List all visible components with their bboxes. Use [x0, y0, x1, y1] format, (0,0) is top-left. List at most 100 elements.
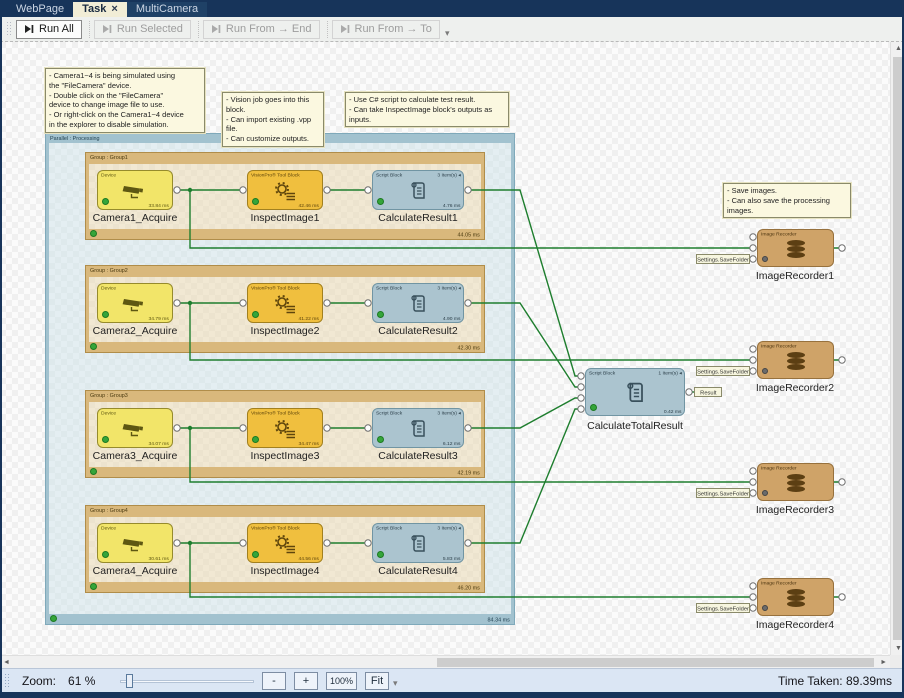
run-icon	[211, 24, 221, 34]
block-header: Device	[101, 410, 116, 416]
vertical-scrollbar-thumb[interactable]	[893, 57, 903, 640]
note-line: - Can customize outputs.	[226, 134, 320, 144]
status-ok-icon	[377, 311, 384, 318]
camera-icon	[121, 420, 149, 438]
recorder-block-3[interactable]: Image Recorder	[757, 463, 834, 501]
settings-savefolder-tag[interactable]: Settings.SaveFolder	[696, 366, 750, 376]
camera-block-4[interactable]: Device 30.61 ms	[97, 523, 173, 563]
run-all-label: Run All	[39, 23, 74, 35]
inspect-block-3[interactable]: VisionPro® Tool Block 34.47 ms	[247, 408, 323, 448]
run-from-to-button[interactable]: Run From → To	[332, 20, 440, 39]
note-script[interactable]: - Use C# script to calculate test result…	[345, 92, 509, 127]
calc-total-block[interactable]: Script Block 1 Item(s) ◂ 0.42 ms	[585, 368, 685, 416]
calc-block-4[interactable]: Script Block 3 Item(s) ◂ 5.83 ms	[372, 523, 464, 563]
scroll-left-icon[interactable]: ◄	[3, 659, 10, 666]
settings-savefolder-label: Settings.SaveFolder	[697, 368, 749, 374]
inspect-block-label: InspectImage3	[210, 450, 360, 462]
tab-webpage-label: WebPage	[16, 3, 64, 15]
status-ok-icon	[252, 311, 259, 318]
close-icon[interactable]: ×	[111, 3, 117, 15]
parallel-container-title: Parallel : Processing	[50, 135, 100, 141]
scroll-right-icon[interactable]: ►	[880, 659, 887, 666]
camera-block-1[interactable]: Device 33.84 ms	[97, 170, 173, 210]
block-header: Device	[101, 172, 116, 178]
flow-canvas[interactable]: Parallel : Processing 84.34 ms Group : G…	[0, 42, 890, 655]
run-icon	[24, 24, 34, 34]
tab-multicamera[interactable]: MultiCamera	[127, 0, 207, 17]
note-line: - Can import existing .vpp file.	[226, 115, 320, 135]
note-save[interactable]: - Save images. - Can also save the proce…	[723, 183, 851, 218]
zoom-label: Zoom:	[22, 674, 56, 688]
toolbar-overflow-icon[interactable]: ▾	[445, 28, 450, 41]
note-visionjob[interactable]: - Vision job goes into this block. - Can…	[222, 92, 324, 147]
block-time: 34.47 ms	[299, 440, 319, 446]
calc-block-2[interactable]: Script Block 3 Item(s) ◂ 4.90 ms	[372, 283, 464, 323]
note-line: - Or right-click on the Camera1~4 device	[49, 110, 201, 120]
recorder-block-label: ImageRecorder3	[720, 504, 870, 516]
block-header: VisionPro® Tool Block	[251, 410, 300, 416]
zoom-slider-handle[interactable]	[126, 674, 133, 688]
run-from-to-label: Run From → To	[355, 23, 432, 35]
recorder-block-2[interactable]: Image Recorder	[757, 341, 834, 379]
inspect-block-label: InspectImage2	[210, 325, 360, 337]
toolbar-separator	[89, 21, 90, 38]
camera-block-label: Camera1_Acquire	[60, 212, 210, 224]
settings-savefolder-tag[interactable]: Settings.SaveFolder	[696, 488, 750, 498]
block-header: VisionPro® Tool Block	[251, 525, 300, 531]
block-time: 5.83 ms	[442, 555, 460, 561]
recorder-block-1[interactable]: Image Recorder	[757, 229, 834, 267]
inspect-block-4[interactable]: VisionPro® Tool Block 44.56 ms	[247, 523, 323, 563]
vertical-scrollbar[interactable]: ▲ ▼	[890, 42, 904, 655]
recorder-block-4[interactable]: Image Recorder	[757, 578, 834, 616]
calc-block-3[interactable]: Script Block 3 Item(s) ◂ 6.12 ms	[372, 408, 464, 448]
recorder-block-label: ImageRecorder1	[720, 270, 870, 282]
zoom-in-button[interactable]: +	[294, 672, 318, 690]
run-selected-button[interactable]: Run Selected	[94, 20, 191, 39]
camera-block-2[interactable]: Device 34.79 ms	[97, 283, 173, 323]
scroll-up-icon[interactable]: ▲	[895, 45, 902, 52]
status-bar: Zoom: 61 % - + 100% Fit ▾ Time Taken: 89…	[0, 668, 904, 692]
block-header: Script Block	[589, 370, 615, 376]
zoom-fit-button[interactable]: Fit	[365, 672, 389, 690]
group-time: 42.30 ms	[458, 345, 480, 351]
statusbar-grip[interactable]	[4, 673, 10, 689]
tab-multicamera-label: MultiCamera	[136, 3, 198, 15]
camera-block-label: Camera4_Acquire	[60, 565, 210, 577]
block-time: 41.22 ms	[299, 315, 319, 321]
note-simulation[interactable]: - Camera1~4 is being simulated using the…	[45, 68, 205, 133]
zoom-out-button[interactable]: -	[262, 672, 286, 690]
run-icon	[102, 24, 112, 34]
toolbar-grip[interactable]	[6, 21, 12, 37]
toolbar-separator	[198, 21, 199, 38]
zoom-slider-track[interactable]	[120, 680, 254, 683]
toolbar-separator	[327, 21, 328, 38]
tab-task[interactable]: Task ×	[73, 0, 127, 17]
inspect-block-2[interactable]: VisionPro® Tool Block 41.22 ms	[247, 283, 323, 323]
note-line: the "FileCamera" device.	[49, 81, 201, 91]
tab-webpage[interactable]: WebPage	[7, 0, 73, 17]
run-from-end-button[interactable]: Run From → End	[203, 20, 320, 39]
statusbar-overflow-icon[interactable]: ▾	[393, 678, 398, 692]
status-idle-icon	[762, 256, 768, 262]
settings-savefolder-tag[interactable]: Settings.SaveFolder	[696, 254, 750, 264]
time-taken: Time Taken: 89.39ms	[778, 674, 892, 688]
run-all-button[interactable]: Run All	[16, 20, 82, 39]
settings-savefolder-tag[interactable]: Settings.SaveFolder	[696, 603, 750, 613]
zoom-slider[interactable]	[120, 674, 254, 688]
block-items: 3 Item(s) ◂	[438, 410, 461, 416]
status-ok-icon	[102, 311, 109, 318]
calc-block-1[interactable]: Script Block 3 Item(s) ◂ 4.76 ms	[372, 170, 464, 210]
note-line: - Save images.	[727, 186, 847, 196]
database-icon	[783, 238, 809, 260]
scrollbar-corner	[890, 655, 904, 668]
scroll-down-icon[interactable]: ▼	[895, 645, 902, 652]
inspect-block-1[interactable]: VisionPro® Tool Block 42.46 ms	[247, 170, 323, 210]
result-tag[interactable]: Result	[694, 387, 722, 397]
zoom-100-button[interactable]: 100%	[326, 672, 357, 690]
horizontal-scrollbar-thumb[interactable]	[437, 658, 874, 667]
block-header: Script Block	[376, 525, 402, 531]
status-ok-icon	[102, 436, 109, 443]
horizontal-scrollbar[interactable]: ◄ ►	[0, 655, 890, 668]
block-time: 6.12 ms	[442, 440, 460, 446]
camera-block-3[interactable]: Device 34.07 ms	[97, 408, 173, 448]
